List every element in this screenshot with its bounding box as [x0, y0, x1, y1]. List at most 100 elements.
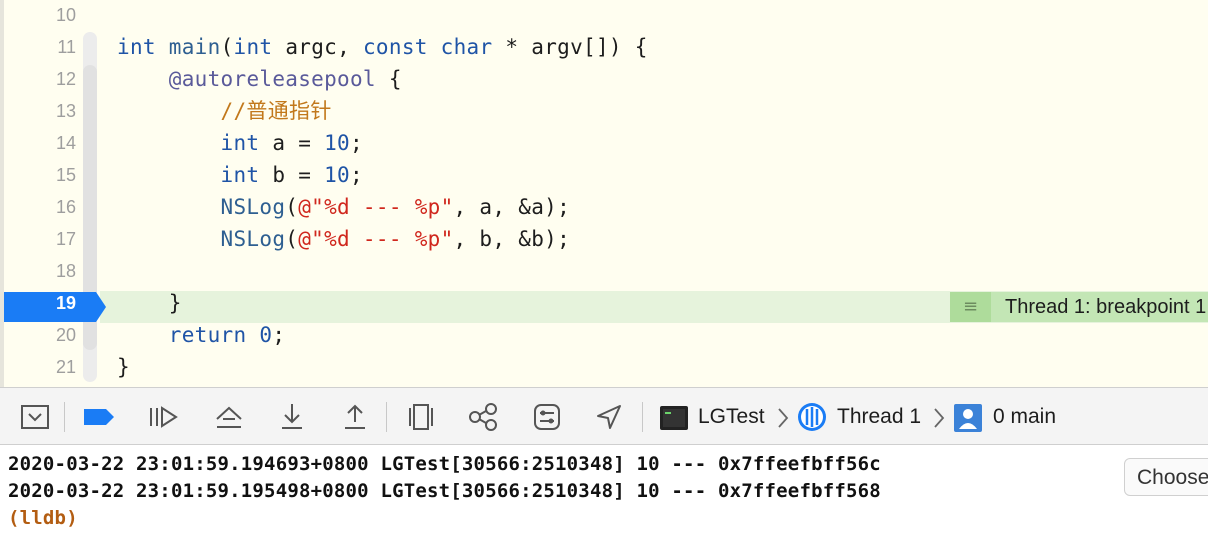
code-token: ;	[350, 131, 363, 155]
breakpoints-toggle-icon[interactable]	[82, 400, 116, 434]
line-number[interactable]: 12	[0, 63, 76, 95]
lldb-prompt[interactable]: (lldb)	[8, 503, 78, 533]
code-line[interactable]: 20 return 0;	[0, 319, 1208, 351]
code-line[interactable]: 19 }	[0, 287, 1208, 319]
code-token: * argv[]) {	[492, 35, 648, 59]
line-number[interactable]: 20	[0, 319, 76, 351]
chevron-right-icon	[778, 408, 789, 428]
step-out-icon[interactable]	[338, 400, 372, 434]
code-token: {	[375, 67, 402, 91]
code-text: @autoreleasepool {	[117, 63, 402, 95]
choose-button[interactable]: Choose	[1124, 458, 1208, 496]
chevron-right-icon	[934, 408, 945, 428]
toolbar-separator	[642, 402, 643, 432]
code-line[interactable]: 10	[0, 0, 1208, 31]
code-token: ;	[350, 163, 363, 187]
code-token: argc,	[272, 35, 363, 59]
code-token: (	[285, 227, 299, 251]
line-number[interactable]: 21	[0, 351, 76, 383]
step-into-icon[interactable]	[275, 400, 309, 434]
line-number[interactable]: 19	[0, 287, 76, 319]
code-line[interactable]: 11 int main(int argc, const char * argv[]…	[0, 31, 1208, 63]
console-output-line: 2020-03-22 23:01:59.194693+0800 LGTest[3…	[8, 453, 881, 475]
debug-bar: LGTest Thread 1 0 main	[0, 387, 1208, 445]
code-token: @"%d --- %p"	[298, 227, 454, 251]
line-number[interactable]: 10	[0, 0, 76, 31]
toolbar-separator	[386, 402, 387, 432]
view-debugger-icon[interactable]	[404, 400, 438, 434]
code-token: const	[362, 35, 428, 59]
line-number[interactable]: 13	[0, 95, 76, 127]
line-number[interactable]: 16	[0, 191, 76, 223]
thread-icon	[798, 403, 826, 431]
console-toggle-icon[interactable]	[18, 400, 52, 434]
code-line[interactable]: 13 //普通指针	[0, 95, 1208, 127]
code-token: ;	[272, 323, 286, 347]
memory-graph-icon[interactable]	[466, 400, 500, 434]
code-token: //普通指针	[220, 99, 332, 123]
breadcrumb-thread[interactable]: Thread 1	[837, 388, 921, 446]
line-number[interactable]: 14	[0, 127, 76, 159]
code-line[interactable]: 14 int a = 10;	[0, 127, 1208, 159]
code-token: return	[168, 323, 247, 347]
line-number[interactable]: 17	[0, 223, 76, 255]
code-token: char	[440, 35, 493, 59]
environment-overrides-icon[interactable]	[530, 400, 564, 434]
code-token: }	[117, 355, 130, 379]
code-text: int a = 10;	[117, 127, 363, 159]
console-output-line: 2020-03-22 23:01:59.195498+0800 LGTest[3…	[8, 480, 881, 502]
user-frame-icon	[954, 404, 982, 432]
line-number[interactable]: 15	[0, 159, 76, 191]
code-line[interactable]: 21}	[0, 351, 1208, 383]
code-line[interactable]: 16 NSLog(@"%d --- %p", a, &a);	[0, 191, 1208, 223]
code-token: NSLog	[220, 227, 286, 251]
code-token: a =	[259, 131, 325, 155]
debug-console[interactable]: 2020-03-22 23:01:59.194693+0800 LGTest[3…	[0, 445, 1208, 532]
toolbar-separator	[64, 402, 65, 432]
code-token: (	[285, 195, 299, 219]
code-line[interactable]: 12 @autoreleasepool {	[0, 63, 1208, 95]
code-token: , a, &a);	[453, 195, 571, 219]
code-token: int	[220, 131, 260, 155]
code-line[interactable]: 15 int b = 10;	[0, 159, 1208, 191]
code-token: int	[220, 163, 260, 187]
code-token: , b, &b);	[453, 227, 571, 251]
source-editor[interactable]: ≡ Thread 1: breakpoint 1.1 10 11 int main(…	[0, 0, 1208, 387]
step-over-icon[interactable]	[212, 400, 246, 434]
code-text: //普通指针	[117, 95, 332, 127]
breadcrumb-frame[interactable]: 0 main	[993, 388, 1056, 446]
code-line[interactable]: 17 NSLog(@"%d --- %p", b, &b);	[0, 223, 1208, 255]
code-text: NSLog(@"%d --- %p", a, &a);	[117, 191, 570, 223]
code-text: int b = 10;	[117, 159, 363, 191]
code-token: 10	[324, 131, 350, 155]
code-token: @autoreleasepool	[168, 67, 376, 91]
code-text: }	[117, 351, 130, 383]
code-token: }	[117, 291, 182, 315]
breadcrumb-target[interactable]: LGTest	[698, 388, 765, 446]
code-token: int	[117, 35, 156, 59]
code-line[interactable]: 18	[0, 255, 1208, 287]
code-text: int main(int argc, const char * argv[]) …	[117, 31, 648, 63]
code-text: NSLog(@"%d --- %p", b, &b);	[117, 223, 570, 255]
code-token: 10	[324, 163, 350, 187]
simulate-location-icon[interactable]	[592, 400, 626, 434]
line-number[interactable]: 11	[0, 31, 76, 63]
code-token: NSLog	[220, 195, 286, 219]
code-token: main	[168, 35, 221, 59]
code-token: @"%d --- %p"	[298, 195, 454, 219]
line-number[interactable]: 18	[0, 255, 76, 287]
code-token: int	[233, 35, 273, 59]
continue-icon[interactable]	[146, 400, 180, 434]
code-token: (	[220, 35, 234, 59]
target-terminal-icon	[660, 406, 688, 430]
code-token: 0	[259, 323, 273, 347]
